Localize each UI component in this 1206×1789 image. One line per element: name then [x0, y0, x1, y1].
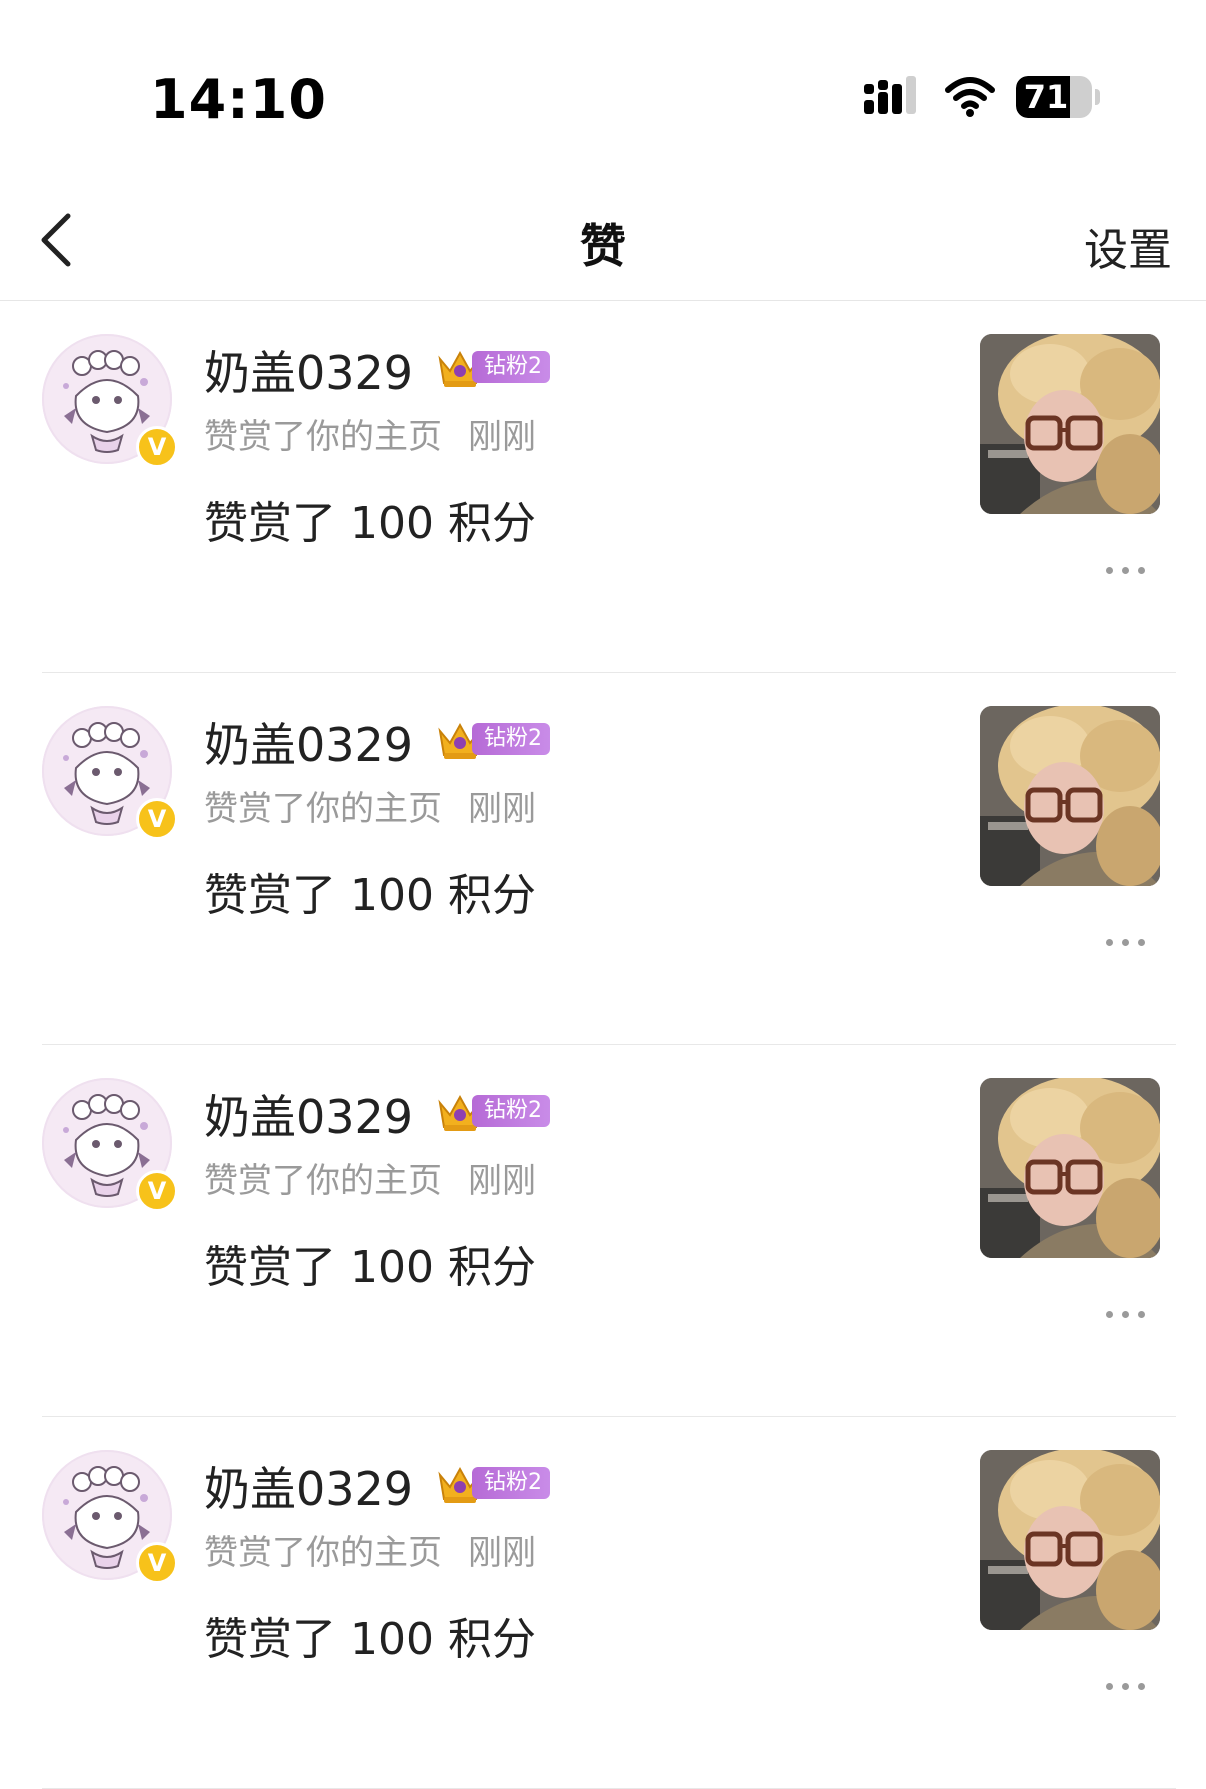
verified-badge: V: [136, 426, 178, 468]
more-options-icon[interactable]: [1104, 931, 1148, 955]
settings-button[interactable]: 设置: [1084, 214, 1172, 278]
thumbnail-image: [980, 1078, 1160, 1258]
username[interactable]: 奶盖0329: [204, 709, 413, 775]
more-options-icon[interactable]: [1104, 1303, 1148, 1327]
post-thumbnail[interactable]: [980, 1078, 1160, 1258]
fan-badge: 钻粉2: [436, 349, 550, 387]
action-text: 赞赏了你的主页: [204, 1533, 442, 1573]
status-bar: 14:10 71: [0, 0, 1206, 150]
thumbnail-image: [980, 706, 1160, 886]
fan-badge-label: 钻粉2: [472, 1467, 550, 1499]
fan-badge-label: 钻粉2: [472, 1095, 550, 1127]
username[interactable]: 奶盖0329: [204, 1453, 413, 1519]
verified-badge: V: [136, 1542, 178, 1584]
thumbnail-image: [980, 334, 1160, 514]
timestamp: 刚刚: [468, 1161, 536, 1201]
reward-text: 赞赏了 100 积分: [204, 498, 536, 549]
reward-text: 赞赏了 100 积分: [204, 1614, 536, 1665]
battery-level: 71: [1023, 78, 1069, 116]
avatar[interactable]: V: [42, 706, 178, 840]
timestamp: 刚刚: [468, 789, 536, 829]
action-text: 赞赏了你的主页: [204, 789, 442, 829]
reward-text: 赞赏了 100 积分: [204, 1242, 536, 1293]
action-text: 赞赏了你的主页: [204, 417, 442, 457]
post-thumbnail[interactable]: [980, 334, 1160, 514]
notification-list: V 奶盖0329 钻粉2 赞赏了你的主页 刚刚 赞赏了 100 积分 V 奶盖0…: [0, 301, 1206, 1789]
fan-badge-label: 钻粉2: [472, 351, 550, 383]
reward-text: 赞赏了 100 积分: [204, 870, 536, 921]
activity-subtitle: 赞赏了你的主页 刚刚: [204, 1153, 536, 1202]
username[interactable]: 奶盖0329: [204, 1081, 413, 1147]
thumbnail-image: [980, 1450, 1160, 1630]
list-item[interactable]: V 奶盖0329 钻粉2 赞赏了你的主页 刚刚 赞赏了 100 积分: [0, 673, 1206, 1045]
fan-badge-label: 钻粉2: [472, 723, 550, 755]
avatar[interactable]: V: [42, 1450, 178, 1584]
activity-subtitle: 赞赏了你的主页 刚刚: [204, 409, 536, 458]
post-thumbnail[interactable]: [980, 1450, 1160, 1630]
battery-icon: 71: [1016, 76, 1100, 118]
list-item[interactable]: V 奶盖0329 钻粉2 赞赏了你的主页 刚刚 赞赏了 100 积分: [0, 1045, 1206, 1417]
more-options-icon[interactable]: [1104, 559, 1148, 583]
signal-icon: [864, 76, 916, 114]
page-title: 赞: [580, 219, 626, 273]
nav-bar: 赞 设置: [0, 180, 1206, 301]
wifi-icon: [945, 77, 995, 117]
post-thumbnail[interactable]: [980, 706, 1160, 886]
action-text: 赞赏了你的主页: [204, 1161, 442, 1201]
avatar[interactable]: V: [42, 1078, 178, 1212]
verified-badge: V: [136, 798, 178, 840]
timestamp: 刚刚: [468, 417, 536, 457]
fan-badge: 钻粉2: [436, 1093, 550, 1131]
fan-badge: 钻粉2: [436, 1465, 550, 1503]
fan-badge: 钻粉2: [436, 721, 550, 759]
timestamp: 刚刚: [468, 1533, 536, 1573]
avatar[interactable]: V: [42, 334, 178, 468]
status-time: 14:10: [150, 68, 327, 131]
more-options-icon[interactable]: [1104, 1675, 1148, 1699]
verified-badge: V: [136, 1170, 178, 1212]
list-item[interactable]: V 奶盖0329 钻粉2 赞赏了你的主页 刚刚 赞赏了 100 积分: [0, 301, 1206, 673]
activity-subtitle: 赞赏了你的主页 刚刚: [204, 1525, 536, 1574]
list-item[interactable]: V 奶盖0329 钻粉2 赞赏了你的主页 刚刚 赞赏了 100 积分: [0, 1417, 1206, 1789]
username[interactable]: 奶盖0329: [204, 337, 413, 403]
activity-subtitle: 赞赏了你的主页 刚刚: [204, 781, 536, 830]
